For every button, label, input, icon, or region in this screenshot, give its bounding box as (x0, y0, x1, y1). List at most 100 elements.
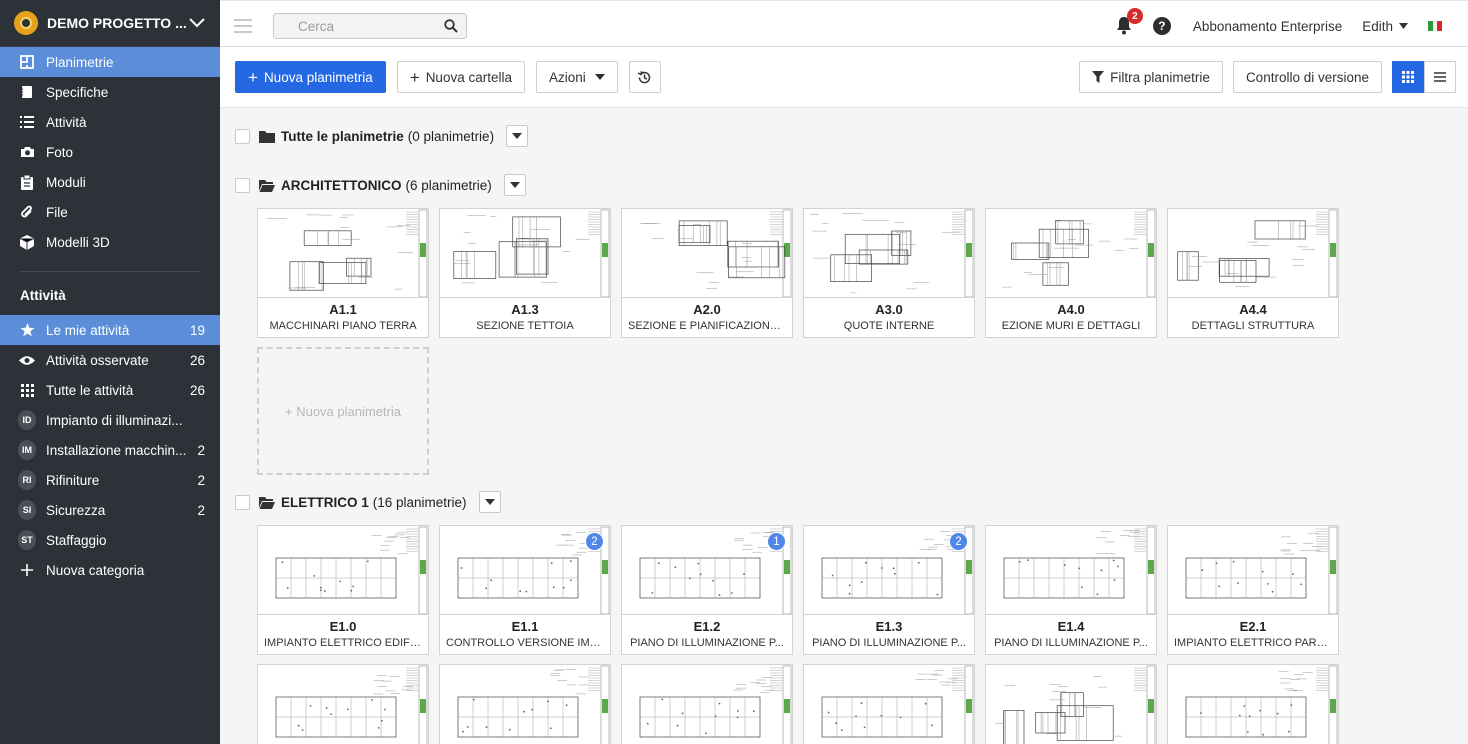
plan-card[interactable]: E1.0 IMPIANTO ELETTRICO EDIFI... (257, 525, 429, 655)
sidebar-item-category-si[interactable]: SI Sicurezza 2 (0, 495, 220, 525)
plan-card[interactable] (1167, 664, 1339, 744)
plan-card[interactable] (985, 664, 1157, 744)
group-name: Tutte le planimetrie (281, 128, 404, 144)
camera-icon (18, 143, 36, 161)
plan-code: A4.0 (1057, 302, 1085, 317)
grid-view-button[interactable] (1392, 61, 1424, 93)
notifications-button[interactable]: 2 (1115, 8, 1143, 36)
search-input[interactable]: Cerca (273, 13, 467, 39)
project-switcher[interactable]: DEMO PROGETTO ... (0, 0, 220, 47)
plan-thumbnail (986, 665, 1156, 744)
user-menu[interactable]: Edith (1362, 19, 1408, 34)
plan-card[interactable]: A4.4 DETTAGLI STRUTTURA (1167, 208, 1339, 338)
sidebar-item-le-mie-attivita[interactable]: Le mie attività 19 (0, 315, 220, 345)
sidebar-item-category-ri[interactable]: RI Rifiniture 2 (0, 465, 220, 495)
plan-thumbnail (622, 665, 792, 744)
plan-card[interactable] (439, 664, 611, 744)
group-dropdown-button[interactable] (506, 125, 529, 147)
sidebar-item-category-st[interactable]: ST Staffaggio (0, 525, 220, 555)
plan-thumbnail (258, 665, 428, 744)
sidebar-item-label: Modelli 3D (46, 234, 110, 250)
version-control-button[interactable]: Controllo di versione (1232, 61, 1382, 93)
new-plan-placeholder[interactable]: + Nuova planimetria (257, 347, 429, 475)
section-title: Attività (20, 288, 66, 303)
sidebar-item-tutte-le-attivita[interactable]: Tutte le attività 26 (0, 375, 220, 405)
help-icon[interactable]: ? (1152, 17, 1171, 35)
plan-card[interactable]: A4.0 EZIONE MURI E DETTAGLI (985, 208, 1157, 338)
plan-thumbnail (622, 209, 792, 298)
group-checkbox[interactable] (235, 128, 250, 144)
group-dropdown-button[interactable] (503, 174, 526, 196)
list-icon (18, 113, 36, 131)
new-plan-button[interactable]: + Nuova planimetria (235, 61, 386, 93)
folder-icon (259, 130, 275, 143)
menu-icon[interactable] (234, 19, 252, 33)
plan-thumbnail (804, 665, 974, 744)
caret-down-icon (594, 74, 605, 80)
sidebar-item-category-im[interactable]: IM Installazione macchin... 2 (0, 435, 220, 465)
sidebar-item-foto[interactable]: Foto (0, 137, 220, 167)
plan-card[interactable]: A1.3 SEZIONE TETTOIA (439, 208, 611, 338)
plus-icon: + (248, 67, 258, 87)
sidebar-item-planimetrie[interactable]: Planimetrie (0, 47, 220, 77)
sidebar-item-label: Sicurezza (46, 502, 106, 518)
group-checkbox[interactable] (235, 177, 250, 193)
caret-down-icon (509, 182, 520, 188)
plan-title: DETTAGLI STRUTTURA (1191, 320, 1315, 332)
sidebar-item-attivita[interactable]: Attività (0, 107, 220, 137)
actions-dropdown[interactable]: Azioni (535, 61, 618, 93)
sidebar-item-category-id[interactable]: ID Impianto di illuminazi... (0, 405, 220, 435)
clipboard-icon (18, 173, 36, 191)
project-name: DEMO PROGETTO ... (47, 15, 187, 31)
plan-card[interactable]: E2.1 IMPIANTO ELETTRICO PARZ... (1167, 525, 1339, 655)
plan-code: E2.1 (1239, 619, 1267, 634)
sidebar-item-nuova-categoria[interactable]: Nuova categoria (0, 555, 220, 585)
plan-card[interactable]: E1.1 CONTROLLO VERSIONE IMP... 2 (439, 525, 611, 655)
plan-code: A3.0 (875, 302, 903, 317)
sidebar-item-label: Nuova categoria (46, 562, 145, 578)
search-placeholder: Cerca (298, 18, 335, 34)
subscription-link[interactable]: Abbonamento Enterprise (1193, 19, 1342, 34)
group-dropdown-button[interactable] (478, 491, 501, 513)
chevron-down-icon[interactable] (188, 14, 206, 32)
plan-card[interactable]: A2.0 SEZIONE E PIANIFICAZIONE... (621, 208, 793, 338)
plan-card[interactable] (621, 664, 793, 744)
sidebar-item-specifiche[interactable]: Specifiche (0, 77, 220, 107)
sidebar: DEMO PROGETTO ... Planimetrie Specifiche… (0, 0, 220, 744)
sidebar-item-file[interactable]: File (0, 197, 220, 227)
plan-thumbnail (1168, 665, 1338, 744)
sidebar-item-modelli-3d[interactable]: Modelli 3D (0, 227, 220, 257)
plan-thumbnail (1168, 526, 1338, 615)
plan-code: E1.0 (329, 619, 357, 634)
plan-card[interactable] (257, 664, 429, 744)
group-checkbox[interactable] (235, 494, 250, 510)
plan-card[interactable]: E1.3 PIANO DI ILLUMINAZIONE P... 2 (803, 525, 975, 655)
sidebar-item-attivita-osservate[interactable]: Attività osservate 26 (0, 345, 220, 375)
filter-plans-button[interactable]: Filtra planimetrie (1079, 61, 1223, 93)
plan-card[interactable]: E1.4 PIANO DI ILLUMINAZIONE P... (985, 525, 1157, 655)
plan-thumbnail (986, 209, 1156, 298)
plan-title: SEZIONE TETTOIA (476, 320, 574, 332)
caret-down-icon (484, 499, 495, 505)
group-count: (16 planimetrie) (372, 494, 467, 510)
floorplan-icon (18, 53, 36, 71)
sidebar-item-moduli[interactable]: Moduli (0, 167, 220, 197)
list-view-button[interactable] (1424, 61, 1456, 93)
plan-card[interactable]: A1.1 MACCHINARI PIANO TERRA (257, 208, 429, 338)
history-icon (637, 70, 651, 83)
user-name: Edith (1362, 18, 1393, 34)
folder-open-icon (259, 179, 275, 192)
plan-title: PIANO DI ILLUMINAZIONE P... (630, 637, 784, 649)
plan-card[interactable] (803, 664, 975, 744)
plan-code: A1.3 (511, 302, 539, 317)
new-folder-button[interactable]: + Nuova cartella (396, 61, 525, 93)
italy-flag-icon[interactable] (1428, 21, 1443, 31)
history-button[interactable] (628, 61, 661, 93)
plan-card[interactable]: E1.2 PIANO DI ILLUMINAZIONE P... 1 (621, 525, 793, 655)
plan-card[interactable]: A3.0 QUOTE INTERNE (803, 208, 975, 338)
plans-content: Tutte le planimetrie (0 planimetrie) ARC… (220, 108, 1468, 744)
sidebar-item-label: Foto (46, 144, 74, 160)
project-logo (14, 11, 38, 35)
category-avatar: RI (18, 470, 36, 490)
toolbar: + Nuova planimetria + Nuova cartella Azi… (220, 47, 1468, 108)
